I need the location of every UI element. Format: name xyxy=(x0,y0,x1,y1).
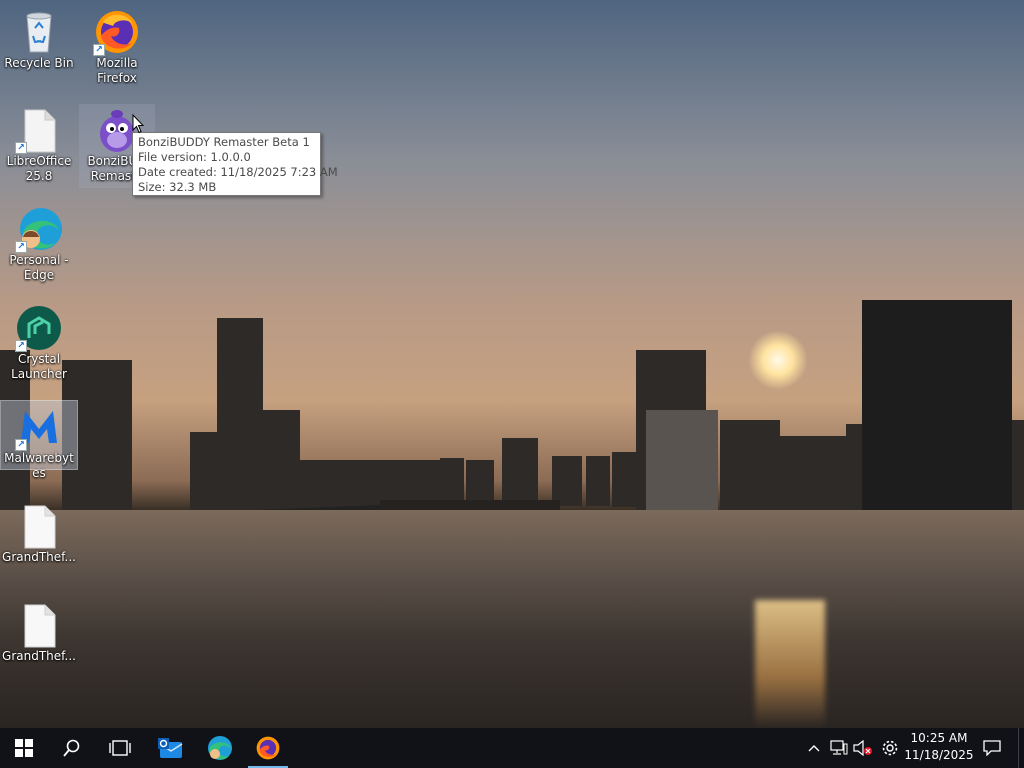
show-desktop-button[interactable] xyxy=(1018,728,1024,768)
tooltip-file-name: BonziBUDDY Remaster Beta 1 xyxy=(138,135,310,149)
edge-icon xyxy=(208,736,232,760)
desktop[interactable]: Recycle Bin ↗ Mozilla Firefox ↗ LibreOff… xyxy=(0,0,1024,728)
desktop-icon-label-line1: Crystal xyxy=(17,352,61,366)
mouse-cursor-icon xyxy=(132,114,144,134)
edge-profile-icon: ↗ xyxy=(15,205,63,253)
desktop-icon-recycle-bin[interactable]: Recycle Bin xyxy=(1,6,77,74)
desktop-icon-label: GrandThef... xyxy=(2,550,76,564)
taskbar: 10:25 AM 11/18/2025 xyxy=(0,728,1024,768)
taskbar-app-mail[interactable] xyxy=(147,728,195,768)
action-center-button[interactable] xyxy=(978,728,1006,768)
clock-time: 10:25 AM xyxy=(910,731,968,745)
desktop-icon-label-line2: Firefox xyxy=(97,71,137,85)
file-info-tooltip: BonziBUDDY Remaster Beta 1 File version:… xyxy=(132,132,338,196)
show-hidden-icons-button[interactable] xyxy=(804,728,824,768)
volume-button[interactable] xyxy=(852,728,874,768)
shortcut-arrow-icon: ↗ xyxy=(15,439,27,451)
desktop-icon-grandtheft-1[interactable]: GrandThef... xyxy=(1,500,77,568)
network-icon xyxy=(830,740,848,755)
network-button[interactable] xyxy=(828,728,850,768)
desktop-icon-crystal-launcher[interactable]: ↗ Crystal Launcher xyxy=(1,302,77,386)
crystal-launcher-icon: ↗ xyxy=(15,304,63,352)
search-button[interactable] xyxy=(48,728,96,768)
start-button[interactable] xyxy=(0,728,48,768)
firefox-icon: ↗ xyxy=(93,8,141,56)
desktop-icon-label-line1: Mozilla xyxy=(96,56,138,70)
chevron-up-icon xyxy=(808,745,820,752)
task-view-icon xyxy=(109,740,131,756)
action-center-icon xyxy=(983,740,1001,756)
wallpaper-sun-reflection xyxy=(755,600,825,728)
settings-gear-icon xyxy=(882,740,898,756)
desktop-icon-malwarebytes[interactable]: ↗ Malwarebytes xyxy=(0,400,78,480)
desktop-icon-label: GrandThef... xyxy=(2,649,76,663)
taskbar-clock[interactable]: 10:25 AM 11/18/2025 xyxy=(902,730,976,766)
clock-date: 11/18/2025 xyxy=(904,748,974,762)
desktop-icon-personal-edge[interactable]: ↗ Personal - Edge xyxy=(1,203,77,287)
tooltip-date-created: Date created: 11/18/2025 7:23 AM xyxy=(138,165,338,179)
wallpaper-skyline xyxy=(0,300,1024,540)
desktop-icon-label: Recycle Bin xyxy=(4,56,74,70)
libreoffice-icon: ↗ xyxy=(15,106,63,154)
file-icon xyxy=(15,502,63,550)
tooltip-size: Size: 32.3 MB xyxy=(138,180,217,194)
desktop-icon-label-line2: Edge xyxy=(23,268,55,282)
mail-outlook-icon xyxy=(158,738,183,758)
search-icon xyxy=(63,739,80,757)
desktop-icon-label-line1: LibreOffice xyxy=(6,154,72,168)
desktop-icon-label-line1: Personal - xyxy=(9,253,69,267)
shortcut-arrow-icon: ↗ xyxy=(93,44,105,56)
file-icon xyxy=(15,601,63,649)
desktop-icon-label-line2: Launcher xyxy=(11,367,67,381)
shortcut-arrow-icon: ↗ xyxy=(15,340,27,352)
wallpaper-river xyxy=(0,510,1024,728)
desktop-icon-libreoffice[interactable]: ↗ LibreOffice 25.8 xyxy=(1,104,77,188)
task-view-button[interactable] xyxy=(96,728,144,768)
taskbar-app-firefox[interactable] xyxy=(244,728,292,768)
firefox-icon xyxy=(256,736,280,760)
desktop-icon-label: Malwarebytes xyxy=(4,451,74,480)
recycle-bin-icon xyxy=(15,8,63,56)
desktop-icon-firefox[interactable]: ↗ Mozilla Firefox xyxy=(79,6,155,90)
malwarebytes-icon: ↗ xyxy=(15,403,63,451)
tooltip-file-version: File version: 1.0.0.0 xyxy=(138,150,251,164)
settings-button[interactable] xyxy=(878,728,902,768)
shortcut-arrow-icon: ↗ xyxy=(15,142,27,154)
desktop-icon-grandtheft-2[interactable]: GrandThef... xyxy=(1,599,77,667)
desktop-icon-label-line2: 25.8 xyxy=(25,169,53,183)
start-icon xyxy=(15,739,33,757)
volume-muted-icon xyxy=(853,740,872,756)
shortcut-arrow-icon: ↗ xyxy=(15,241,27,253)
taskbar-app-edge[interactable] xyxy=(196,728,244,768)
